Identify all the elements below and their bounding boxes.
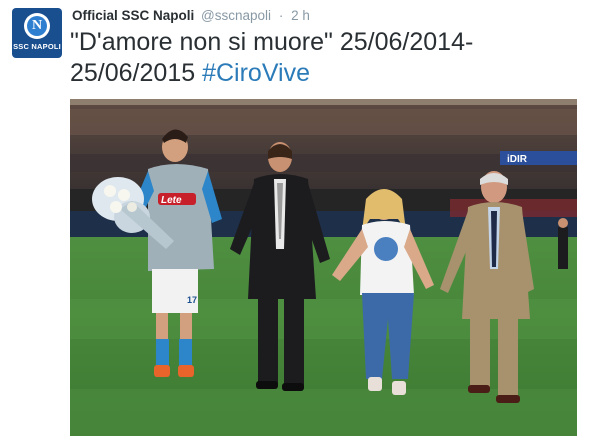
stadium-roof [70, 99, 577, 105]
hashtag-link[interactable]: #CiroVive [202, 59, 310, 87]
stand-crowd-band [70, 109, 577, 135]
background-figure [558, 227, 568, 269]
tweet-header: Official SSC Napoli @sscnapoli · 2 h [72, 8, 310, 23]
profile-avatar[interactable]: N SSC NAPOLI [12, 8, 62, 58]
tweet-text: "D'amore non si muore" 25/06/2014-25/06/… [70, 27, 570, 89]
avatar-label: SSC NAPOLI [13, 42, 61, 51]
logo-initial: N [27, 16, 47, 36]
tweet-timestamp[interactable]: 2 h [291, 8, 310, 23]
background-figure-head [558, 218, 568, 228]
tweet: N SSC NAPOLI Official SSC Napoli @sscnap… [0, 0, 592, 440]
account-name[interactable]: Official SSC Napoli [72, 8, 194, 23]
shorts-number: 17 [187, 295, 197, 305]
separator-dot: · [278, 8, 284, 23]
napoli-logo-icon: N [24, 13, 50, 39]
shirt-sponsor: Lete [161, 195, 182, 206]
account-handle[interactable]: @sscnapoli [201, 8, 271, 23]
tweet-photo[interactable]: iDIR Lete 17 [70, 99, 577, 436]
photo-scene: iDIR Lete 17 [70, 99, 577, 436]
advert-board-text: iDIR [507, 154, 528, 165]
